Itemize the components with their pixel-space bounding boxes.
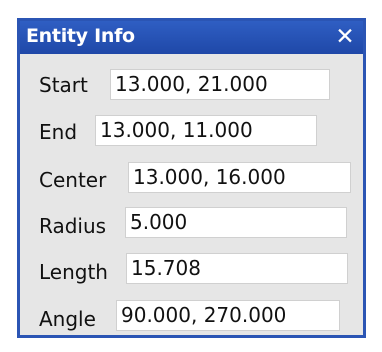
radius-label: Radius [39,214,107,238]
end-label: End [39,120,78,144]
length-label: Length [39,260,108,284]
radius-field[interactable]: 5.000 [125,207,347,238]
start-label: Start [39,73,88,97]
panel-title: Entity Info [26,25,135,47]
center-field[interactable]: 13.000, 16.000 [128,162,351,193]
angle-field[interactable]: 90.000, 270.000 [116,300,340,331]
title-bar[interactable]: Entity Info ✕ [20,21,363,54]
angle-label: Angle [39,307,96,331]
start-field[interactable]: 13.000, 21.000 [110,69,330,100]
entity-info-panel: Entity Info ✕ Start 13.000, 21.000 End 1… [17,18,366,338]
close-icon[interactable]: ✕ [333,21,357,54]
length-field[interactable]: 15.708 [126,253,348,284]
end-field[interactable]: 13.000, 11.000 [95,115,317,146]
center-label: Center [39,168,107,192]
